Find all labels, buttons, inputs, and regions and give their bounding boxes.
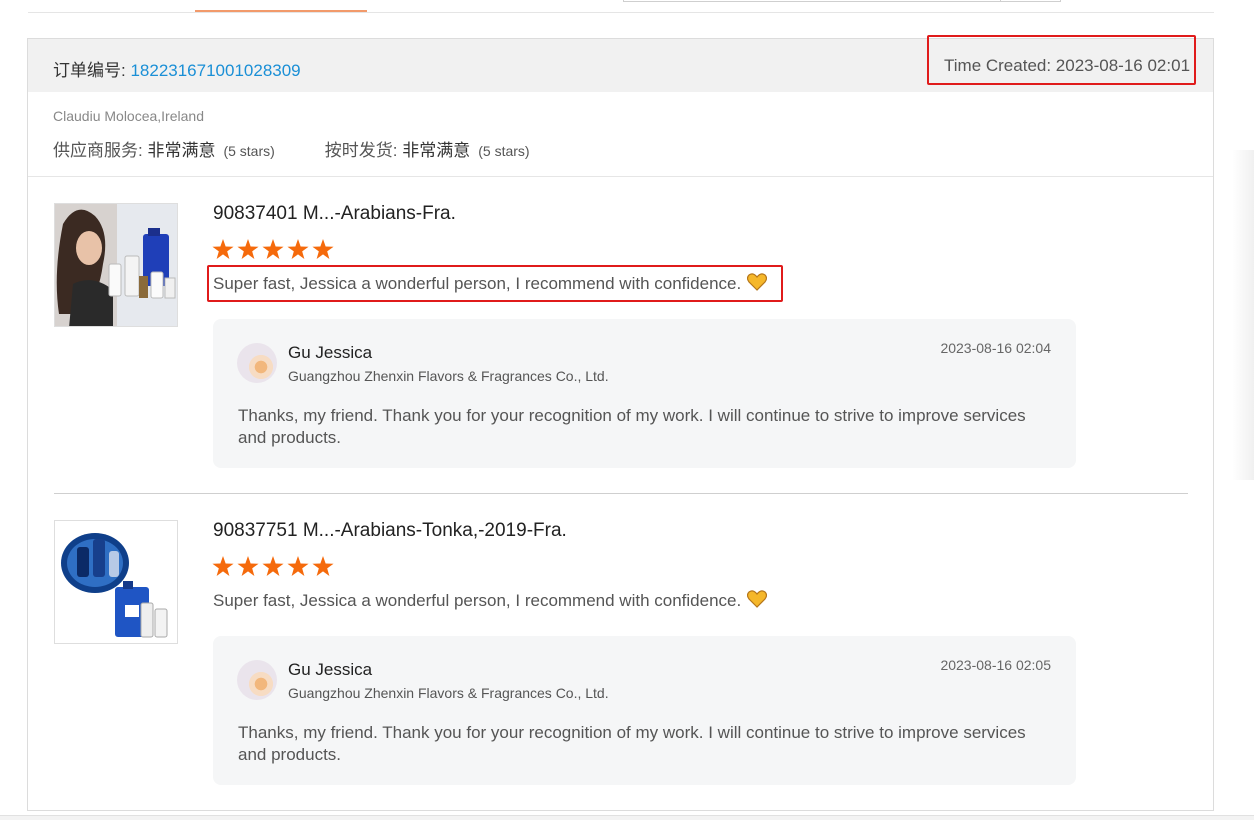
order-number-link[interactable]: 182231671001028309 — [130, 61, 300, 80]
review-text: Super fast, Jessica a wonderful person, … — [213, 590, 768, 611]
avatar — [237, 343, 277, 383]
on-time-stars: (5 stars) — [478, 143, 530, 159]
product-thumbnail[interactable] — [54, 203, 178, 327]
avatar — [237, 660, 277, 700]
star-icon — [237, 239, 259, 260]
reply-author: Gu Jessica — [288, 343, 373, 362]
product-thumbnail[interactable] — [54, 520, 178, 644]
header-divider — [28, 176, 1213, 177]
review-text-content: Super fast, Jessica a wonderful person, … — [213, 591, 742, 610]
reply-company: Guangzhou Zhenxin Flavors & Fragrances C… — [288, 368, 609, 384]
search-button[interactable] — [1000, 0, 1061, 2]
star-icon — [212, 556, 234, 577]
order-number-row: 订单编号: 182231671001028309 — [53, 56, 301, 81]
star-icon — [212, 239, 234, 260]
on-time-value: 非常满意 — [402, 141, 471, 160]
heart-icon — [747, 590, 768, 608]
supplier-service-label: 供应商服务: — [53, 141, 148, 160]
review-text-highlight — [207, 265, 783, 302]
time-created-highlight — [927, 35, 1196, 85]
reply-text: Thanks, my friend. Thank you for your re… — [238, 723, 1026, 764]
scroll-shadow — [1232, 150, 1254, 480]
reply-company: Guangzhou Zhenxin Flavors & Fragrances C… — [288, 685, 609, 701]
reply-text: Thanks, my friend. Thank you for your re… — [238, 406, 1026, 447]
seller-reply: Gu Jessica Guangzhou Zhenxin Flavors & F… — [213, 319, 1076, 468]
order-number-label: 订单编号: — [53, 61, 131, 80]
rating-stars — [212, 239, 334, 261]
shop-ratings: 供应商服务: 非常满意 (5 stars) 按时发货: 非常满意 (5 stars) — [53, 136, 530, 161]
star-icon — [237, 556, 259, 577]
rating-stars — [212, 556, 334, 578]
seller-reply: Gu Jessica Guangzhou Zhenxin Flavors & F… — [213, 636, 1076, 785]
product-title[interactable]: 90837401 M...-Arabians-Fra. — [213, 203, 456, 225]
star-icon — [312, 556, 334, 577]
top-divider — [28, 12, 1214, 13]
star-icon — [262, 239, 284, 260]
page-bottom-border — [0, 815, 1254, 820]
star-icon — [262, 556, 284, 577]
reply-date: 2023-08-16 02:05 — [940, 657, 1051, 673]
star-icon — [312, 239, 334, 260]
supplier-service-value: 非常满意 — [147, 141, 216, 160]
reply-date: 2023-08-16 02:04 — [940, 340, 1051, 356]
item-divider — [54, 493, 1188, 494]
buyer-name: Claudiu Molocea,Ireland — [53, 108, 204, 124]
supplier-service-stars: (5 stars) — [223, 143, 275, 159]
order-review-card: 订单编号: 182231671001028309 Time Created: 2… — [27, 35, 1214, 811]
search-input[interactable] — [623, 0, 1001, 2]
page: 订单编号: 182231671001028309 Time Created: 2… — [0, 0, 1254, 820]
product-title[interactable]: 90837751 M...-Arabians-Tonka,-2019-Fra. — [213, 520, 567, 542]
on-time-label: 按时发货: — [324, 141, 403, 160]
star-icon — [287, 556, 309, 577]
reply-author: Gu Jessica — [288, 660, 373, 679]
star-icon — [287, 239, 309, 260]
